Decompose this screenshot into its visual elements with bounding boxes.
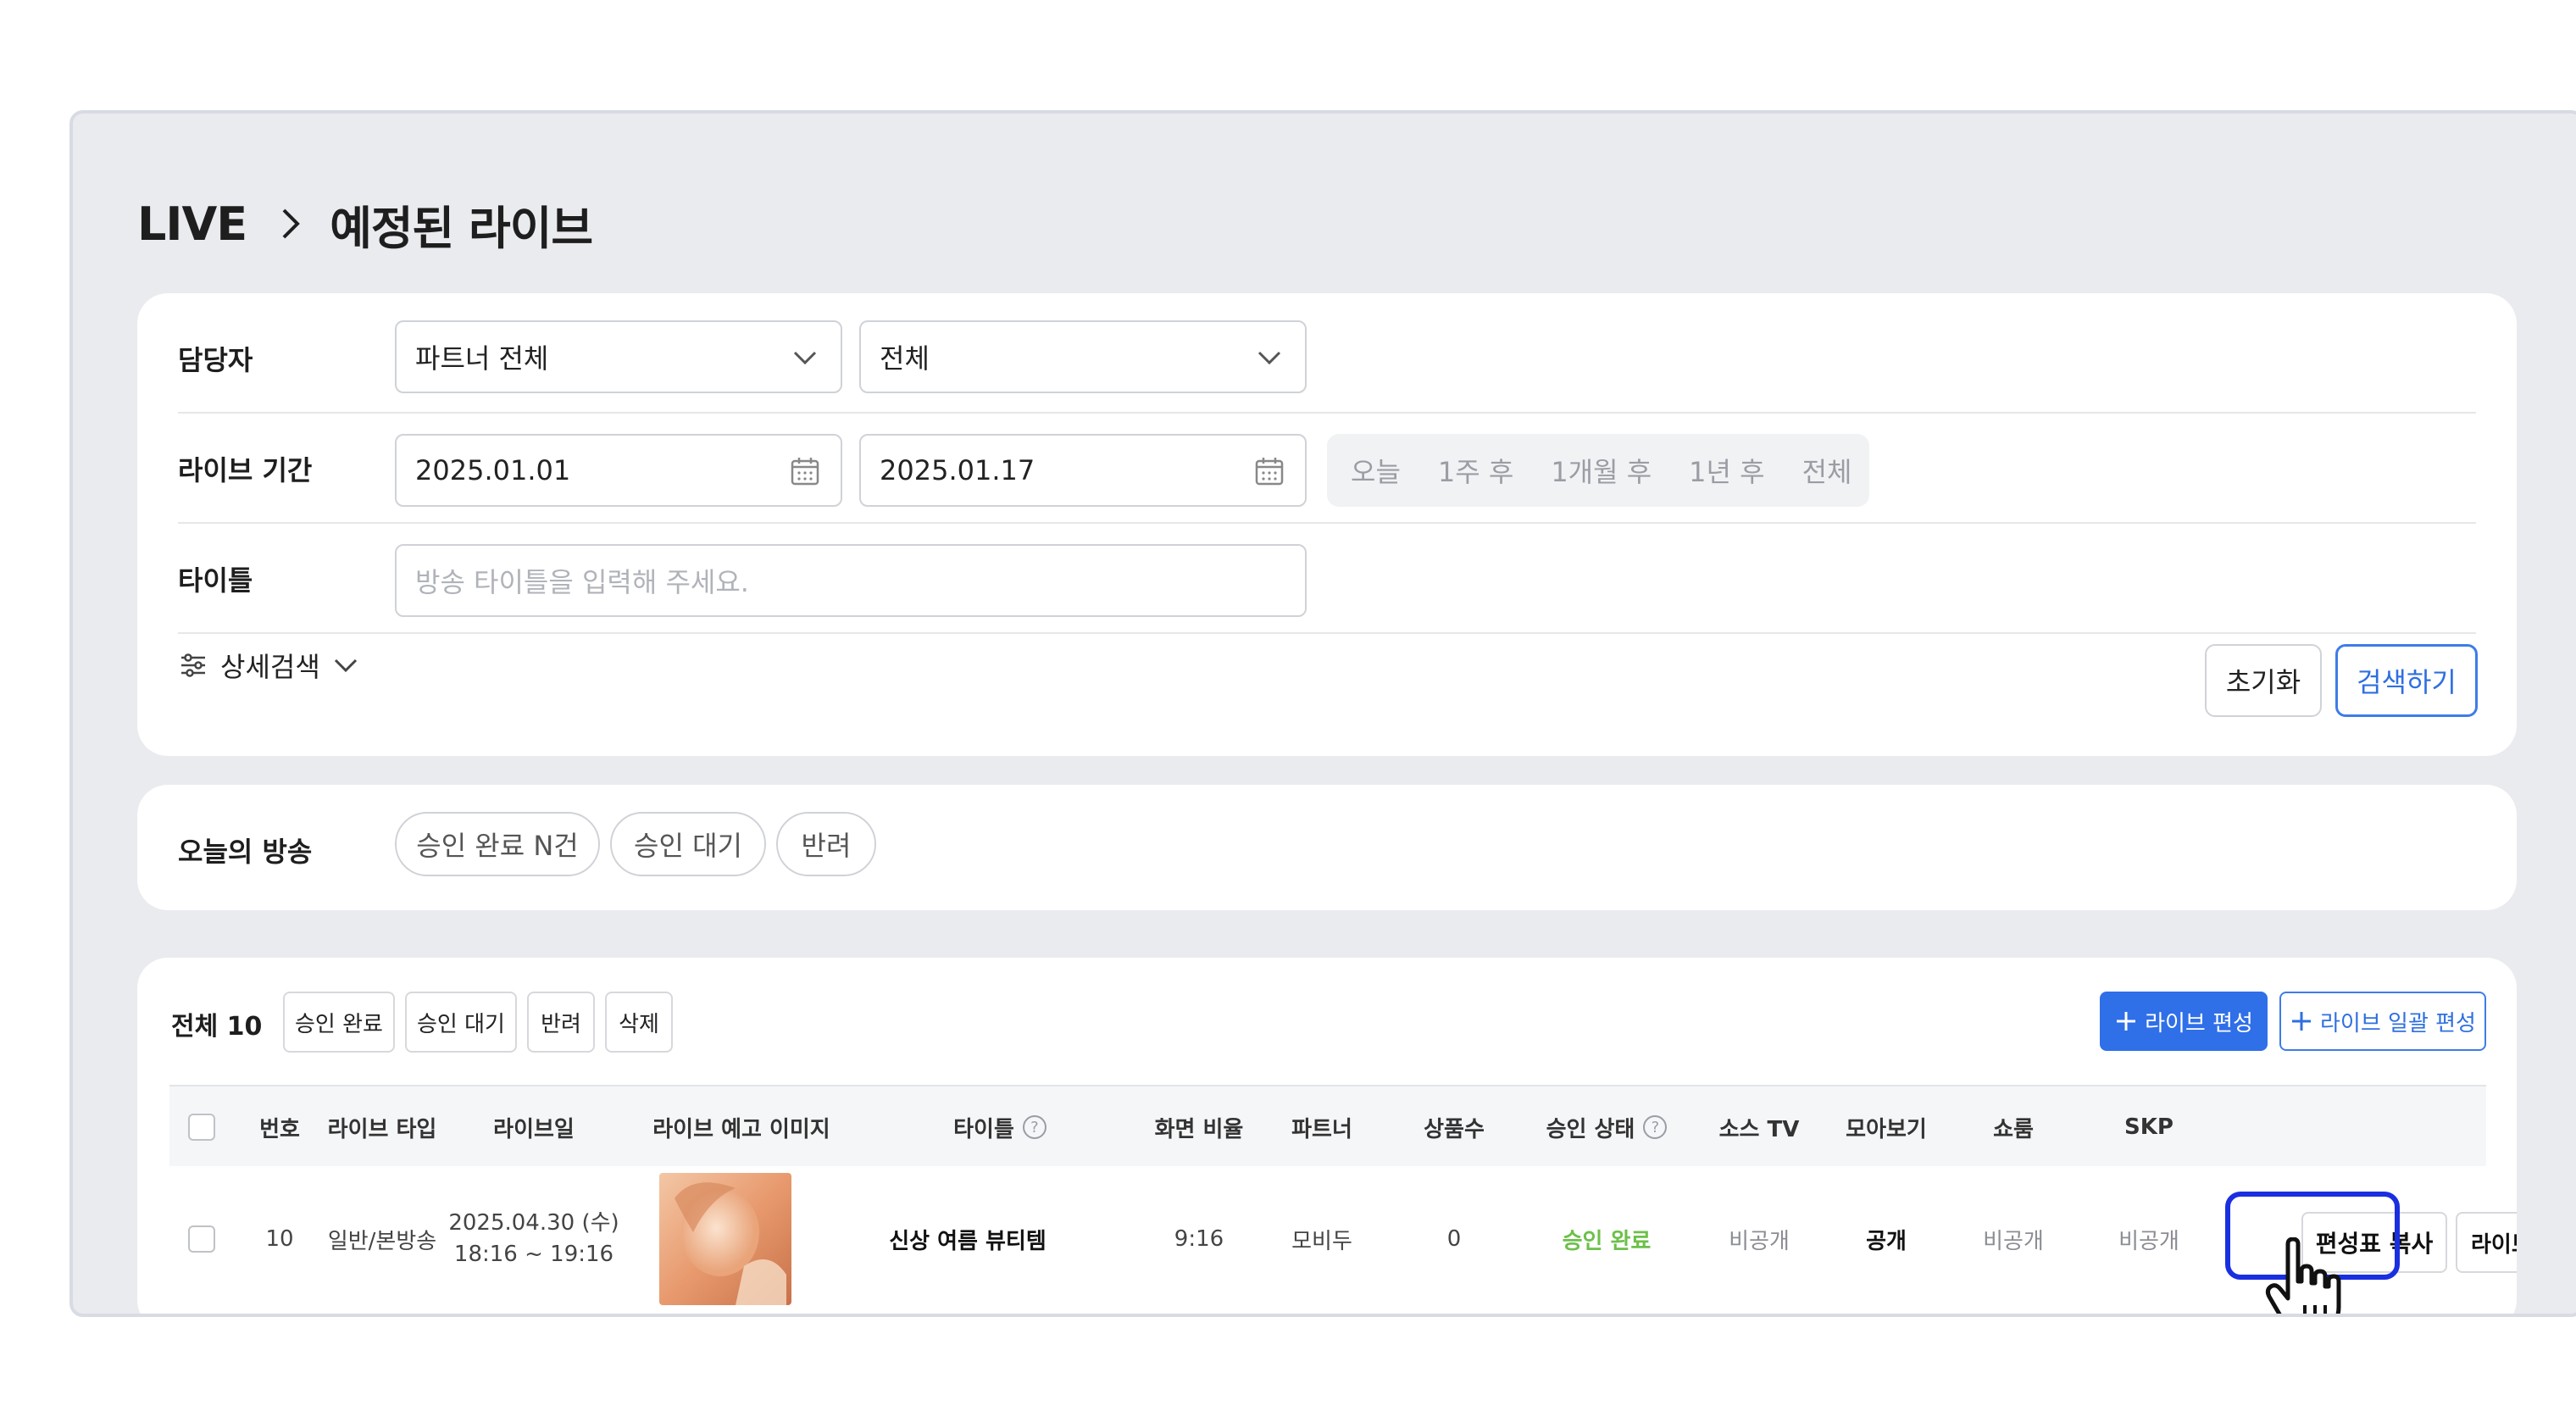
pill-approved[interactable]: 승인 완료 N건 xyxy=(395,812,600,876)
chevron-down-icon xyxy=(334,658,357,673)
partner-select-value: 파트너 전체 xyxy=(415,342,549,375)
start-date-field[interactable]: 2025.01.01 xyxy=(395,434,842,507)
bulk-edit-button[interactable]: 라이브 일괄 편성 xyxy=(2279,992,2486,1051)
partner-select[interactable]: 파트너 전체 xyxy=(395,320,842,393)
content-frame: LIVE 예정된 라이브 담당자 파트너 전체 전체 라이브 기간 2025.0… xyxy=(69,110,2576,1317)
manager-label: 담당자 xyxy=(178,344,253,376)
today-broadcast-panel: 오늘의 방송 승인 완료 N건 승인 대기 반려 xyxy=(137,785,2517,910)
th-partner[interactable]: 파트너 xyxy=(1271,1086,1373,1168)
th-source-tv[interactable]: 소스 TV xyxy=(1708,1086,1810,1168)
row-number: 10 xyxy=(265,1226,294,1252)
pill-pending[interactable]: 승인 대기 xyxy=(610,812,766,876)
row-collection: 공개 xyxy=(1866,1228,1907,1254)
live-edit-button[interactable]: 라이브 편성 xyxy=(2100,992,2268,1051)
help-icon[interactable]: ? xyxy=(1643,1115,1668,1139)
preview-image[interactable] xyxy=(659,1173,791,1305)
chevron-right-icon xyxy=(265,198,316,249)
chevron-down-icon xyxy=(1257,351,1281,365)
live-console-button[interactable]: 라이브 콘솔 xyxy=(2456,1212,2517,1273)
row-source-tv: 비공개 xyxy=(1729,1228,1790,1254)
th-skp[interactable]: SKP xyxy=(2098,1086,2200,1168)
th-image[interactable]: 라이브 예고 이미지 xyxy=(627,1086,856,1168)
bulk-edit-label: 라이브 일괄 편성 xyxy=(2320,1010,2476,1036)
period-label: 라이브 기간 xyxy=(178,454,313,486)
end-date-value: 2025.01.17 xyxy=(880,454,1035,486)
row-type: 일반/본방송 xyxy=(327,1228,437,1254)
th-type[interactable]: 라이브 타입 xyxy=(319,1086,446,1168)
row-checkbox[interactable] xyxy=(188,1225,215,1253)
row-partner: 모비두 xyxy=(1291,1228,1352,1254)
row-product-count: 0 xyxy=(1446,1226,1462,1252)
live-edit-label: 라이브 편성 xyxy=(2145,1010,2253,1036)
advanced-search-label: 상세검색 xyxy=(220,651,320,683)
reject-button[interactable]: 반려 xyxy=(527,992,595,1053)
plus-icon xyxy=(2292,1012,2311,1031)
chevron-down-icon xyxy=(793,351,817,365)
filter-panel: 담당자 파트너 전체 전체 라이브 기간 2025.01.01 2025.01.… xyxy=(137,293,2517,756)
hand-pointer-icon xyxy=(2265,1237,2341,1314)
title-input[interactable]: 방송 타이틀을 입력해 주세요. xyxy=(395,544,1307,617)
search-button[interactable]: 검색하기 xyxy=(2335,644,2478,717)
approve-button[interactable]: 승인 완료 xyxy=(283,992,395,1053)
pending-button[interactable]: 승인 대기 xyxy=(405,992,517,1053)
divider xyxy=(178,522,2476,524)
start-date-value: 2025.01.01 xyxy=(415,454,571,486)
range-today[interactable]: 오늘 xyxy=(1351,451,1401,490)
total-count: 전체 10 xyxy=(171,1012,263,1042)
th-number[interactable]: 번호 xyxy=(246,1086,314,1168)
select-all-checkbox[interactable] xyxy=(188,1114,215,1141)
sliders-icon xyxy=(181,653,205,677)
th-title-label: 타이틀 xyxy=(953,1116,1014,1142)
title-label: 타이틀 xyxy=(178,564,253,597)
th-showroom[interactable]: 쇼룸 xyxy=(1963,1086,2064,1168)
th-collection[interactable]: 모아보기 xyxy=(1835,1086,1937,1168)
page-title: 예정된 라이브 xyxy=(330,201,593,255)
end-date-field[interactable]: 2025.01.17 xyxy=(859,434,1307,507)
advanced-search-toggle[interactable]: 상세검색 xyxy=(176,646,373,685)
manager-select-value: 전체 xyxy=(880,342,930,375)
th-product-count[interactable]: 상품수 xyxy=(1403,1086,1505,1168)
th-status-label: 승인 상태 xyxy=(1546,1116,1635,1142)
delete-button[interactable]: 삭제 xyxy=(605,992,673,1053)
row-title[interactable]: 신상 여름 뷰티템 xyxy=(858,1222,1078,1256)
manager-select[interactable]: 전체 xyxy=(859,320,1307,393)
divider xyxy=(178,632,2476,634)
range-1-month[interactable]: 1개월 후 xyxy=(1551,451,1652,490)
row-ratio: 9:16 xyxy=(1174,1226,1224,1252)
plus-icon xyxy=(2117,1012,2136,1031)
table-header: 번호 라이브 타입 라이브일 라이브 예고 이미지 타이틀 ? 화면 비율 파트… xyxy=(169,1085,2486,1166)
today-label: 오늘의 방송 xyxy=(178,836,313,868)
th-ratio[interactable]: 화면 비율 xyxy=(1144,1086,1254,1168)
status-badge: 승인 완료 xyxy=(1562,1228,1652,1254)
row-skp: 비공개 xyxy=(2118,1228,2179,1254)
title-input-placeholder: 방송 타이틀을 입력해 주세요. xyxy=(415,566,749,598)
row-showroom: 비공개 xyxy=(1983,1228,2044,1254)
reset-button[interactable]: 초기화 xyxy=(2205,644,2322,717)
breadcrumb: LIVE 예정된 라이브 xyxy=(137,181,593,266)
th-title[interactable]: 타이틀 ? xyxy=(890,1086,1110,1168)
calendar-icon xyxy=(791,458,819,486)
quick-range-group: 오늘 1주 후 1개월 후 1년 후 전체 xyxy=(1327,434,1869,507)
help-icon[interactable]: ? xyxy=(1022,1115,1046,1139)
th-status[interactable]: 승인 상태 ? xyxy=(1522,1086,1691,1168)
range-1-week[interactable]: 1주 후 xyxy=(1438,451,1513,490)
th-date[interactable]: 라이브일 xyxy=(458,1086,610,1168)
row-date: 2025.04.30 (수) xyxy=(448,1209,619,1236)
range-1-year[interactable]: 1년 후 xyxy=(1689,451,1764,490)
divider xyxy=(178,412,2476,414)
row-time: 18:16 ~ 19:16 xyxy=(453,1242,614,1267)
calendar-icon xyxy=(1255,458,1284,486)
pill-rejected[interactable]: 반려 xyxy=(776,812,876,876)
live-list-panel: 전체 10 승인 완료 승인 대기 반려 삭제 라이브 편성 라이브 일괄 편성… xyxy=(137,958,2517,1314)
breadcrumb-root[interactable]: LIVE xyxy=(137,197,247,251)
range-all[interactable]: 전체 xyxy=(1802,451,1852,490)
